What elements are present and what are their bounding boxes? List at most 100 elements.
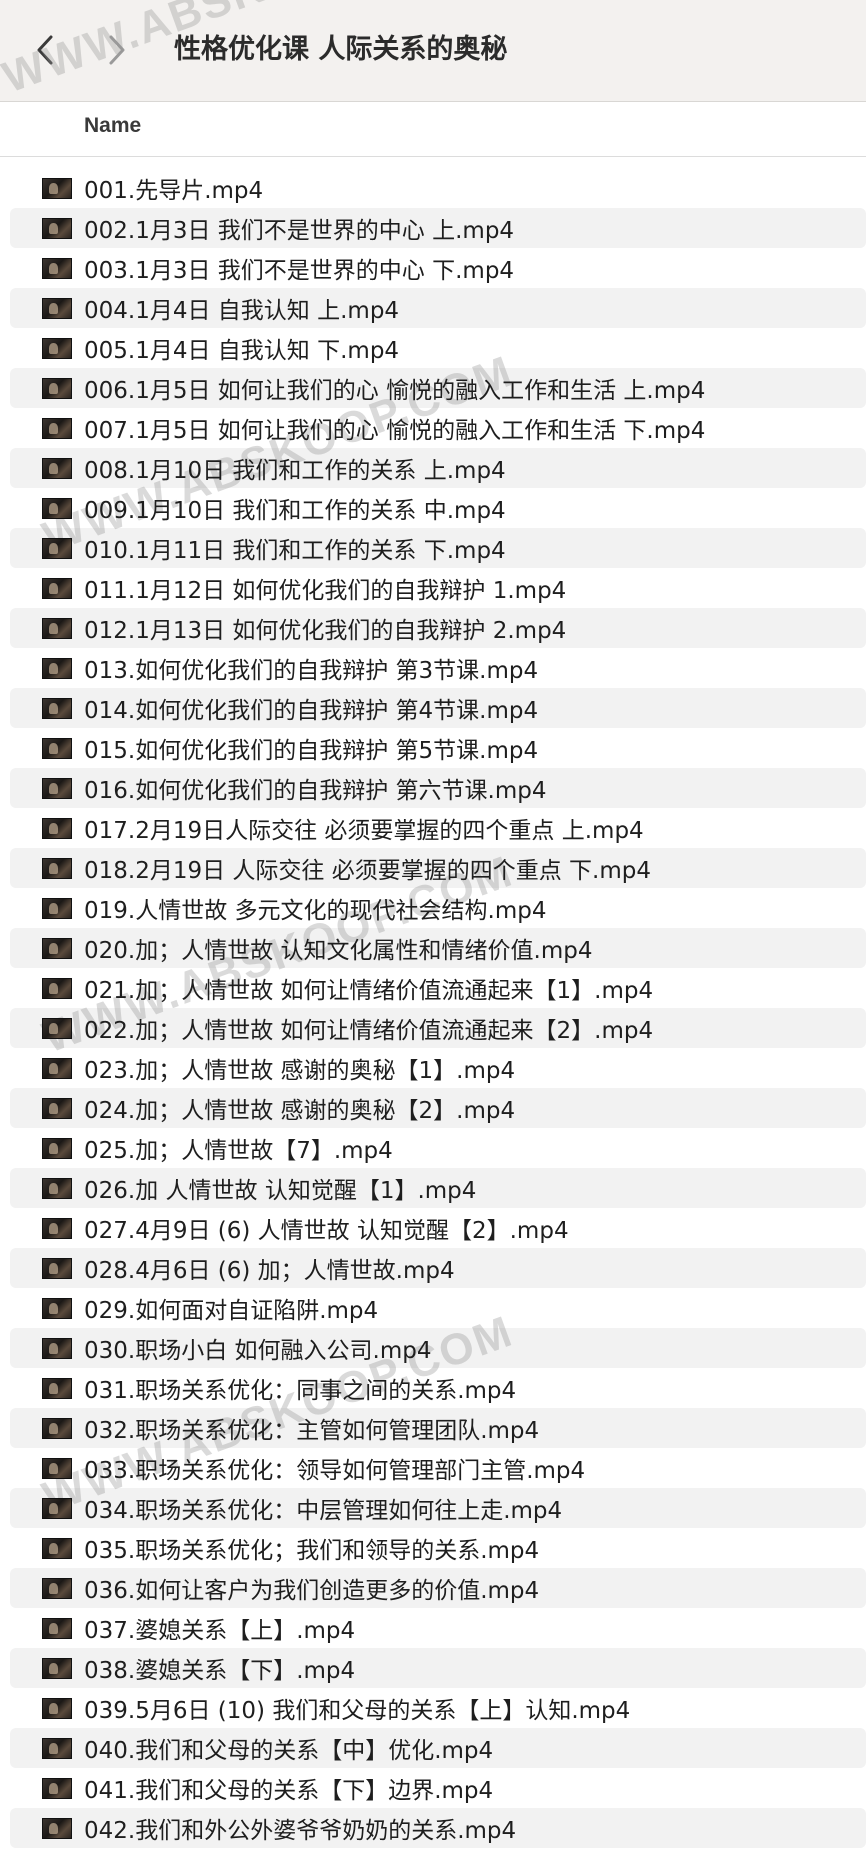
file-row[interactable]: 003.1月3日 我们不是世界的中心 下.mp4 <box>0 248 866 288</box>
file-name: 015.如何优化我们的自我辩护 第5节课.mp4 <box>84 738 539 764</box>
back-button[interactable] <box>28 30 62 70</box>
file-name: 025.加；人情世故【7】.mp4 <box>84 1138 393 1164</box>
file-row[interactable]: 029.如何面对自证陷阱.mp4 <box>0 1288 866 1328</box>
file-row[interactable]: 002.1月3日 我们不是世界的中心 上.mp4 <box>0 208 866 248</box>
video-thumbnail-icon <box>42 1537 72 1559</box>
video-thumbnail-icon <box>42 1177 72 1199</box>
file-name: 031.职场关系优化：同事之间的关系.mp4 <box>84 1378 517 1404</box>
file-row[interactable]: 005.1月4日 自我认知 下.mp4 <box>0 328 866 368</box>
name-column-header[interactable]: Name <box>84 114 141 138</box>
video-thumbnail-icon <box>42 617 72 639</box>
video-thumbnail-icon <box>42 977 72 999</box>
file-name: 039.5月6日 (10) 我们和父母的关系【上】认知.mp4 <box>84 1698 631 1724</box>
file-row[interactable]: 041.我们和父母的关系【下】边界.mp4 <box>0 1768 866 1808</box>
file-name: 020.加；人情世故 认知文化属性和情绪价值.mp4 <box>84 938 593 964</box>
video-thumbnail-icon <box>42 1497 72 1519</box>
file-name: 041.我们和父母的关系【下】边界.mp4 <box>84 1778 494 1804</box>
video-thumbnail-icon <box>42 1777 72 1799</box>
file-name: 033.职场关系优化：领导如何管理部门主管.mp4 <box>84 1458 586 1484</box>
video-thumbnail-icon <box>42 697 72 719</box>
file-row[interactable]: 020.加；人情世故 认知文化属性和情绪价值.mp4 <box>0 928 866 968</box>
file-row[interactable]: 016.如何优化我们的自我辩护 第六节课.mp4 <box>0 768 866 808</box>
list-header: Name <box>0 102 866 157</box>
file-row[interactable]: 037.婆媳关系【上】.mp4 <box>0 1608 866 1648</box>
file-name: 016.如何优化我们的自我辩护 第六节课.mp4 <box>84 778 547 804</box>
file-row[interactable]: 025.加；人情世故【7】.mp4 <box>0 1128 866 1168</box>
file-row[interactable]: 008.1月10日 我们和工作的关系 上.mp4 <box>0 448 866 488</box>
file-row[interactable]: 004.1月4日 自我认知 上.mp4 <box>0 288 866 328</box>
file-name: 035.职场关系优化；我们和领导的关系.mp4 <box>84 1538 540 1564</box>
file-row[interactable]: 007.1月5日 如何让我们的心 愉悦的融入工作和生活 下.mp4 <box>0 408 866 448</box>
file-name: 017.2月19日人际交往 必须要掌握的四个重点 上.mp4 <box>84 818 644 844</box>
file-row[interactable]: 006.1月5日 如何让我们的心 愉悦的融入工作和生活 上.mp4 <box>0 368 866 408</box>
video-thumbnail-icon <box>42 897 72 919</box>
file-row[interactable]: 010.1月11日 我们和工作的关系 下.mp4 <box>0 528 866 568</box>
file-name: 030.职场小白 如何融入公司.mp4 <box>84 1338 432 1364</box>
video-thumbnail-icon <box>42 1297 72 1319</box>
video-thumbnail-icon <box>42 217 72 239</box>
file-row[interactable]: 013.如何优化我们的自我辩护 第3节课.mp4 <box>0 648 866 688</box>
file-row[interactable]: 028.4月6日 (6) 加；人情世故.mp4 <box>0 1248 866 1288</box>
video-thumbnail-icon <box>42 537 72 559</box>
file-row[interactable]: 017.2月19日人际交往 必须要掌握的四个重点 上.mp4 <box>0 808 866 848</box>
video-thumbnail-icon <box>42 1737 72 1759</box>
file-name: 014.如何优化我们的自我辩护 第4节课.mp4 <box>84 698 539 724</box>
file-row[interactable]: 022.加；人情世故 如何让情绪价值流通起来【2】.mp4 <box>0 1008 866 1048</box>
video-thumbnail-icon <box>42 417 72 439</box>
video-thumbnail-icon <box>42 1217 72 1239</box>
file-row[interactable]: 001.先导片.mp4 <box>0 168 866 208</box>
file-name: 005.1月4日 自我认知 下.mp4 <box>84 338 400 364</box>
video-thumbnail-icon <box>42 1617 72 1639</box>
forward-button[interactable] <box>100 30 134 70</box>
video-thumbnail-icon <box>42 1457 72 1479</box>
file-row[interactable]: 034.职场关系优化：中层管理如何往上走.mp4 <box>0 1488 866 1528</box>
video-thumbnail-icon <box>42 1097 72 1119</box>
file-name: 037.婆媳关系【上】.mp4 <box>84 1618 356 1644</box>
video-thumbnail-icon <box>42 577 72 599</box>
file-row[interactable]: 030.职场小白 如何融入公司.mp4 <box>0 1328 866 1368</box>
video-thumbnail-icon <box>42 497 72 519</box>
file-row[interactable]: 019.人情世故 多元文化的现代社会结构.mp4 <box>0 888 866 928</box>
chevron-right-icon <box>109 35 125 65</box>
video-thumbnail-icon <box>42 1257 72 1279</box>
file-row[interactable]: 033.职场关系优化：领导如何管理部门主管.mp4 <box>0 1448 866 1488</box>
file-row[interactable]: 021.加；人情世故 如何让情绪价值流通起来【1】.mp4 <box>0 968 866 1008</box>
file-row[interactable]: 018.2月19日 人际交往 必须要掌握的四个重点 下.mp4 <box>0 848 866 888</box>
file-row[interactable]: 036.如何让客户为我们创造更多的价值.mp4 <box>0 1568 866 1608</box>
file-row[interactable]: 012.1月13日 如何优化我们的自我辩护 2.mp4 <box>0 608 866 648</box>
video-thumbnail-icon <box>42 457 72 479</box>
file-row[interactable]: 038.婆媳关系【下】.mp4 <box>0 1648 866 1688</box>
file-name: 038.婆媳关系【下】.mp4 <box>84 1658 356 1684</box>
video-thumbnail-icon <box>42 857 72 879</box>
video-thumbnail-icon <box>42 1137 72 1159</box>
file-name: 003.1月3日 我们不是世界的中心 下.mp4 <box>84 258 515 284</box>
video-thumbnail-icon <box>42 377 72 399</box>
video-thumbnail-icon <box>42 337 72 359</box>
video-thumbnail-icon <box>42 1417 72 1439</box>
file-name: 032.职场关系优化：主管如何管理团队.mp4 <box>84 1418 540 1444</box>
file-name: 010.1月11日 我们和工作的关系 下.mp4 <box>84 538 506 564</box>
file-row[interactable]: 042.我们和外公外婆爷爷奶奶的关系.mp4 <box>0 1808 866 1848</box>
file-row[interactable]: 026.加 人情世故 认知觉醒【1】.mp4 <box>0 1168 866 1208</box>
file-name: 021.加；人情世故 如何让情绪价值流通起来【1】.mp4 <box>84 978 654 1004</box>
file-name: 002.1月3日 我们不是世界的中心 上.mp4 <box>84 218 515 244</box>
file-row[interactable]: 027.4月9日 (6) 人情世故 认知觉醒【2】.mp4 <box>0 1208 866 1248</box>
file-list: 001.先导片.mp4 002.1月3日 我们不是世界的中心 上.mp4 003.1… <box>0 168 866 1848</box>
file-row[interactable]: 024.加；人情世故 感谢的奥秘【2】.mp4 <box>0 1088 866 1128</box>
file-row[interactable]: 023.加；人情世故 感谢的奥秘【1】.mp4 <box>0 1048 866 1088</box>
file-row[interactable]: 014.如何优化我们的自我辩护 第4节课.mp4 <box>0 688 866 728</box>
file-row[interactable]: 011.1月12日 如何优化我们的自我辩护 1.mp4 <box>0 568 866 608</box>
file-row[interactable]: 035.职场关系优化；我们和领导的关系.mp4 <box>0 1528 866 1568</box>
file-row[interactable]: 039.5月6日 (10) 我们和父母的关系【上】认知.mp4 <box>0 1688 866 1728</box>
video-thumbnail-icon <box>42 1657 72 1679</box>
file-row[interactable]: 009.1月10日 我们和工作的关系 中.mp4 <box>0 488 866 528</box>
file-row[interactable]: 015.如何优化我们的自我辩护 第5节课.mp4 <box>0 728 866 768</box>
video-thumbnail-icon <box>42 1017 72 1039</box>
file-row[interactable]: 040.我们和父母的关系【中】优化.mp4 <box>0 1728 866 1768</box>
chevron-left-icon <box>37 35 53 65</box>
file-row[interactable]: 031.职场关系优化：同事之间的关系.mp4 <box>0 1368 866 1408</box>
file-row[interactable]: 032.职场关系优化：主管如何管理团队.mp4 <box>0 1408 866 1448</box>
file-name: 036.如何让客户为我们创造更多的价值.mp4 <box>84 1578 540 1604</box>
file-name: 023.加；人情世故 感谢的奥秘【1】.mp4 <box>84 1058 516 1084</box>
video-thumbnail-icon <box>42 1337 72 1359</box>
